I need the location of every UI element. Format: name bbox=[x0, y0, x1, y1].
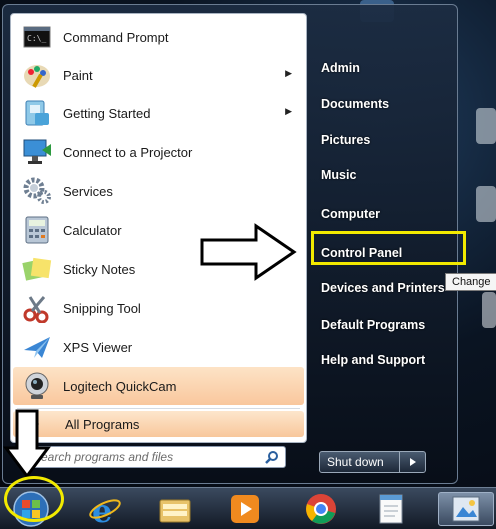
search-input[interactable]: Search programs and files bbox=[22, 446, 286, 468]
program-logitech-quickcam[interactable]: Logitech QuickCam bbox=[13, 367, 304, 405]
getting-started-icon bbox=[21, 97, 53, 129]
projector-icon bbox=[21, 136, 53, 168]
taskbar-internet-explorer[interactable]: e bbox=[82, 492, 128, 526]
taskbar-media-player[interactable] bbox=[222, 492, 268, 526]
taskbar: e bbox=[0, 487, 496, 529]
search-icon bbox=[265, 451, 278, 464]
annotation-arrow-down-icon bbox=[3, 409, 51, 479]
right-item-computer[interactable]: Computer bbox=[321, 207, 380, 221]
program-xps-viewer[interactable]: XPS Viewer bbox=[13, 328, 304, 366]
program-label: Command Prompt bbox=[63, 29, 169, 45]
services-icon bbox=[21, 175, 53, 207]
program-snipping-tool[interactable]: Snipping Tool bbox=[13, 289, 304, 327]
program-label: Getting Started bbox=[63, 105, 151, 121]
snipping-tool-icon bbox=[21, 292, 53, 324]
xps-viewer-icon bbox=[21, 331, 53, 363]
annotation-arrow-right-icon bbox=[200, 223, 297, 281]
svg-text:C:\_: C:\_ bbox=[27, 34, 46, 43]
program-label: Calculator bbox=[63, 222, 122, 238]
taskbar-file-explorer[interactable] bbox=[152, 492, 198, 526]
command-prompt-icon: C:\_ bbox=[21, 21, 53, 53]
program-connect-projector[interactable]: Connect to a Projector bbox=[13, 133, 304, 171]
all-programs-label: All Programs bbox=[65, 416, 140, 432]
arrow-right-icon bbox=[409, 458, 416, 466]
desktop-window-edge bbox=[476, 108, 496, 144]
taskbar-chrome[interactable] bbox=[298, 492, 344, 526]
calculator-icon bbox=[21, 214, 53, 246]
program-label: Paint bbox=[63, 67, 93, 83]
search-placeholder: Search programs and files bbox=[33, 450, 174, 464]
right-item-help-support[interactable]: Help and Support bbox=[321, 353, 425, 367]
right-item-music[interactable]: Music bbox=[321, 168, 356, 182]
submenu-arrow-icon: ▶ bbox=[285, 68, 292, 78]
control-panel-highlight bbox=[311, 231, 466, 265]
program-getting-started[interactable]: Getting Started ▶ bbox=[13, 94, 304, 132]
program-paint[interactable]: Paint ▶ bbox=[13, 56, 304, 94]
right-item-devices-printers[interactable]: Devices and Printers bbox=[321, 281, 445, 295]
program-label: Sticky Notes bbox=[63, 261, 136, 277]
program-label: Services bbox=[63, 183, 113, 199]
chrome-icon bbox=[306, 494, 336, 524]
submenu-arrow-icon: ▶ bbox=[285, 106, 292, 116]
program-label: XPS Viewer bbox=[63, 339, 133, 355]
program-label: Snipping Tool bbox=[63, 300, 141, 316]
program-label: Connect to a Projector bbox=[63, 144, 193, 160]
taskbar-notepad[interactable] bbox=[368, 492, 414, 526]
right-item-admin[interactable]: Admin bbox=[321, 61, 360, 75]
file-explorer-icon bbox=[159, 499, 191, 523]
desktop-window-edge bbox=[476, 186, 496, 222]
right-item-documents[interactable]: Documents bbox=[321, 97, 389, 111]
all-programs-button[interactable]: All Programs bbox=[13, 411, 304, 437]
program-services[interactable]: Services bbox=[13, 172, 304, 210]
program-label: Logitech QuickCam bbox=[63, 378, 177, 394]
internet-explorer-icon: e bbox=[89, 492, 121, 526]
sticky-notes-icon bbox=[21, 253, 53, 285]
notepad-icon bbox=[379, 494, 403, 524]
right-item-default-programs[interactable]: Default Programs bbox=[321, 318, 425, 332]
separator bbox=[17, 408, 300, 409]
program-command-prompt[interactable]: C:\_ Command Prompt bbox=[13, 18, 304, 56]
taskbar-image-viewer[interactable] bbox=[438, 492, 494, 526]
media-player-icon bbox=[231, 495, 259, 523]
webcam-icon bbox=[21, 370, 53, 402]
tooltip: Change bbox=[445, 273, 496, 291]
right-item-pictures[interactable]: Pictures bbox=[321, 133, 370, 147]
shutdown-label: Shut down bbox=[327, 455, 384, 469]
shutdown-options-button[interactable] bbox=[399, 452, 425, 472]
desktop-window-edge bbox=[482, 292, 496, 328]
shutdown-button[interactable]: Shut down bbox=[319, 451, 426, 473]
paint-icon bbox=[21, 59, 53, 91]
start-orb-highlight bbox=[4, 476, 64, 522]
image-viewer-icon bbox=[452, 496, 480, 522]
